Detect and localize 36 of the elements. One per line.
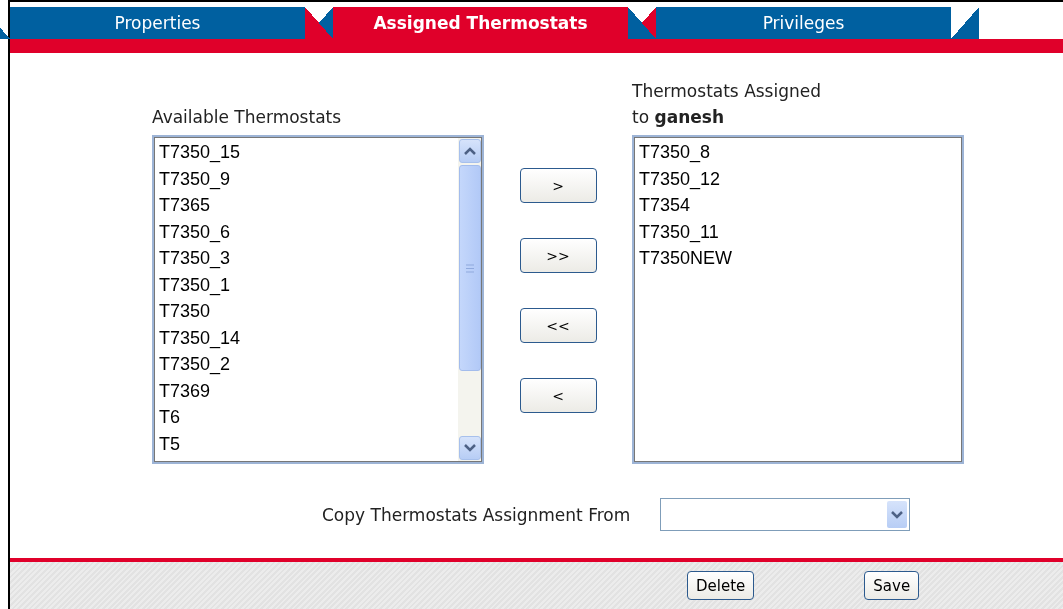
- list-item[interactable]: T7350_11: [639, 218, 957, 245]
- move-button[interactable]: <<: [519, 308, 597, 343]
- list-item[interactable]: T7350_14: [159, 324, 453, 351]
- list-item[interactable]: T7354: [639, 192, 957, 219]
- assigned-list[interactable]: T7350_8 T7350_12 T7354 T7350_11 T7350NEW: [632, 135, 964, 464]
- list-item[interactable]: T7350_1: [159, 271, 453, 298]
- list-item[interactable]: T7350_8: [639, 139, 957, 166]
- list-item[interactable]: T7350_2: [159, 351, 453, 378]
- list-label: to ganesh: [632, 106, 725, 129]
- list-item[interactable]: T7365: [159, 192, 453, 219]
- list-item[interactable]: T7350_6: [159, 218, 453, 245]
- list-item[interactable]: T7350_15: [159, 139, 453, 166]
- move-button[interactable]: >: [519, 168, 597, 203]
- scrollbar[interactable]: [458, 137, 482, 462]
- grip-icon[interactable]: [466, 263, 474, 273]
- available-list[interactable]: T7350_15 T7350_9 T7365 T7350_6 T7350_3 T7350_1 T7350 T7350_14 T7350_2 T7369 T6 T5: [152, 135, 484, 464]
- list-item[interactable]: T7369: [159, 377, 453, 404]
- move-button[interactable]: <: [519, 378, 597, 413]
- list-label: Thermostats Assigned: [632, 80, 823, 103]
- list-item[interactable]: T7350_3: [159, 245, 453, 272]
- tab[interactable]: Privileges: [628, 7, 979, 39]
- scroll-up-icon[interactable]: [464, 147, 476, 155]
- scroll-down-icon[interactable]: [464, 444, 476, 452]
- list-item[interactable]: T7350_9: [159, 165, 453, 192]
- save-button[interactable]: Save: [864, 571, 920, 600]
- list-item[interactable]: T7350: [159, 298, 453, 325]
- move-button[interactable]: >>: [519, 238, 597, 273]
- list-item[interactable]: T6: [159, 404, 453, 431]
- list-item[interactable]: T7350_12: [639, 165, 957, 192]
- list-label: Available Thermostats: [152, 106, 343, 129]
- delete-button[interactable]: Delete: [687, 571, 755, 600]
- list-item[interactable]: T7350NEW: [639, 245, 957, 272]
- copy-from-select[interactable]: [660, 498, 911, 531]
- list-item[interactable]: T5: [159, 430, 453, 457]
- copy-label: Copy Thermostats Assignment From: [322, 504, 631, 525]
- dropdown-icon[interactable]: [891, 510, 904, 519]
